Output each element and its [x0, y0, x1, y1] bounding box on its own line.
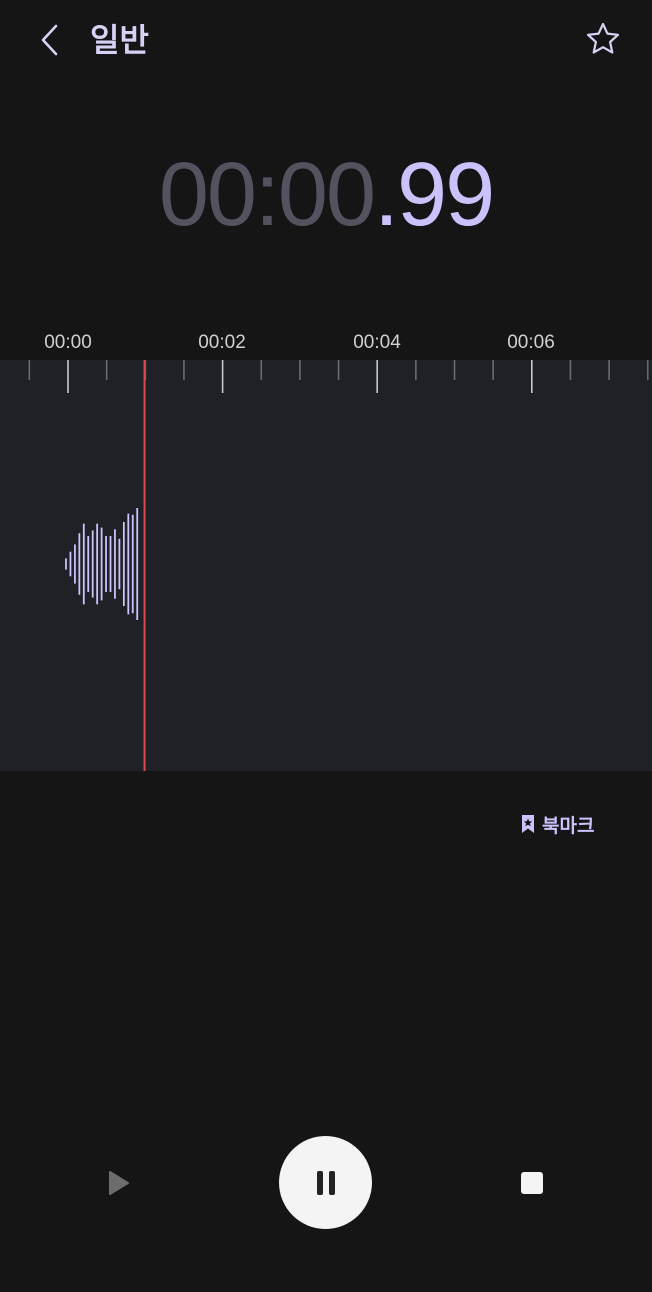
stop-button[interactable]: [509, 1160, 555, 1206]
elapsed-time-main: 00:00: [158, 145, 376, 245]
star-outline-icon: [586, 22, 620, 54]
timeline-label: 00:02: [198, 332, 246, 353]
timeline-label: 00:00: [44, 332, 92, 353]
play-icon: [109, 1171, 129, 1195]
bookmark-label: 북마크: [542, 814, 595, 837]
play-button[interactable]: [96, 1160, 142, 1206]
elapsed-time-fraction: .99: [374, 145, 495, 245]
waveform-canvas: [28, 360, 649, 771]
pause-icon: [316, 1170, 335, 1195]
voice-recorder-screen: 일반 00:00.99 00:00 00:02 00:04 00:06 북마크: [0, 0, 652, 1292]
pause-button[interactable]: [279, 1136, 372, 1229]
favorite-button[interactable]: [582, 18, 624, 60]
elapsed-time: 00:00.99: [0, 140, 652, 250]
back-button[interactable]: [30, 18, 70, 62]
page-title: 일반: [90, 21, 149, 59]
timeline-label: 00:04: [353, 332, 401, 353]
waveform-panel[interactable]: [0, 360, 652, 771]
timeline-label: 00:06: [507, 332, 555, 353]
chevron-left-icon: [41, 24, 58, 56]
bookmark-icon: [522, 815, 534, 833]
stop-icon: [521, 1172, 543, 1194]
bookmark-button[interactable]: 북마크: [520, 810, 594, 838]
